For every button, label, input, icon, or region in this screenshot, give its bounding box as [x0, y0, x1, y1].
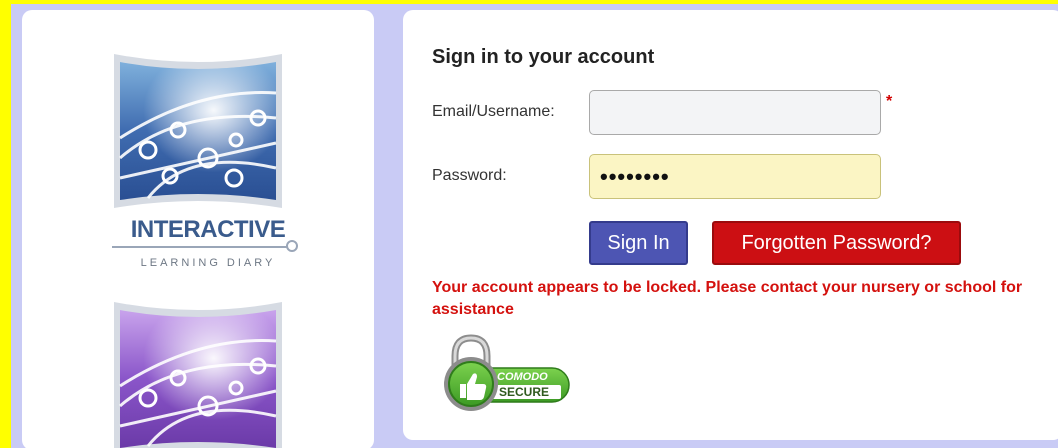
forgotten-password-button[interactable]: Forgotten Password?: [712, 221, 961, 265]
padlock-icon: COMODO SECURE: [444, 334, 570, 411]
email-input[interactable]: [589, 90, 881, 135]
signin-panel: Sign in to your account Email/Username: …: [403, 10, 1058, 440]
logo-purple-diary: [108, 296, 308, 448]
book-logo-blue-icon: [114, 54, 282, 208]
account-locked-error: Your account appears to be locked. Pleas…: [432, 279, 1023, 318]
password-input[interactable]: ••••••••: [589, 154, 881, 199]
badge-text: SECURE: [499, 385, 549, 399]
password-label: Password:: [432, 167, 507, 184]
logo-interactive-learning-diary: INTERACTIVE LEARNING DIARY: [108, 48, 308, 269]
logo-ring-icon: [286, 240, 298, 252]
required-marker: *: [886, 93, 893, 110]
logo-subtitle: LEARNING DIARY: [140, 257, 276, 269]
sign-in-button[interactable]: Sign In: [589, 221, 688, 265]
signin-title: Sign in to your account: [432, 46, 655, 68]
password-mask: ••••••••: [600, 163, 670, 189]
logo-panel: INTERACTIVE LEARNING DIARY: [22, 10, 374, 448]
email-label: Email/Username:: [432, 103, 555, 120]
comodo-secure-badge[interactable]: COMODO SECURE: [433, 332, 573, 412]
logo-divider: [112, 246, 288, 248]
logo-title: INTERACTIVE: [130, 216, 286, 243]
book-logo-purple-icon: [114, 302, 282, 448]
badge-brand: COMODO: [497, 371, 548, 383]
